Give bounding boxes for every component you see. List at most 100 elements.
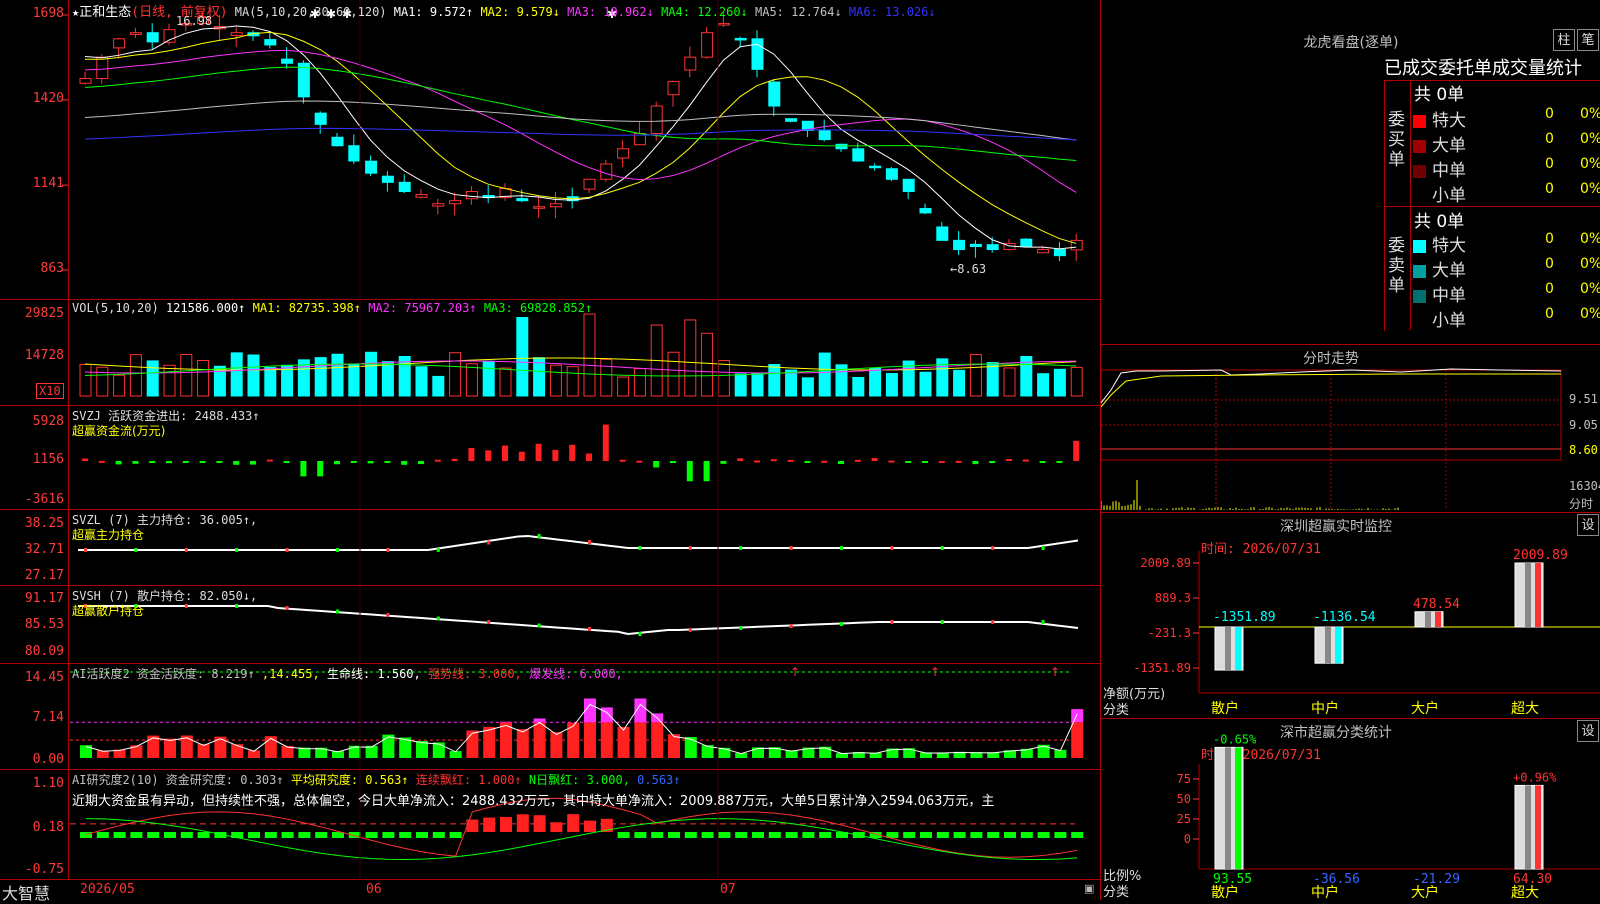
air-bar	[970, 832, 983, 838]
bar-mode-button[interactable]: 柱	[1553, 29, 1575, 51]
candle-body	[281, 58, 294, 64]
candle-body	[96, 56, 109, 80]
vol-value-0: 121586.000↑	[165, 301, 253, 315]
ma-value-1: MA2: 9.579↓	[480, 5, 568, 19]
ai-research-panel[interactable]: AI研究度2(10) 资金研究度: 0.303↑ 平均研究度: 0.563↑ 连…	[0, 770, 1100, 880]
tick-mode-button[interactable]: 笔	[1577, 29, 1599, 51]
svg-svzl-dot	[638, 546, 642, 550]
svg-svzl-dot	[285, 548, 289, 552]
air-bar	[164, 832, 176, 838]
lock-icon[interactable]: ▣	[1084, 882, 1094, 895]
volume-bar	[96, 366, 109, 397]
svg-szm-value-label: -1351.89	[1213, 610, 1276, 625]
svg-szm-bar-shade	[1325, 627, 1331, 664]
legend-swatch	[1413, 289, 1426, 303]
dragon-row-pct: 0%	[1580, 131, 1600, 147]
svg-szm-ytick-label: 2009.89	[1140, 556, 1191, 570]
svzl-subtitle: 超赢主力持仓	[72, 528, 145, 542]
candle-body	[852, 148, 865, 162]
svzj-bar	[653, 461, 660, 468]
air-bar	[701, 832, 714, 838]
air-bar	[752, 832, 764, 838]
svg-szc-bar-shade	[1225, 747, 1231, 869]
sz-class-panel[interactable]: 深市超赢分类统计 设 时间: 2026/07/31 75 50 25 0 93.55 散户…	[1100, 718, 1600, 901]
svzj-bar	[300, 461, 307, 477]
price-panel[interactable]: ✱ ✱ ✱ ✱ 1698 1420 1141 863 ★正和生态(日线, 前复权) MA(5…	[0, 0, 1100, 300]
ai2-value-2: 生命线: 1.560,	[326, 667, 428, 681]
svzl-ytick-2: 32.71	[24, 542, 64, 557]
volume-bar	[499, 367, 512, 397]
svsh-panel[interactable]: SVSH (7) 散户持仓: 82.050↓, 超赢散户持仓 91.17 85.…	[0, 586, 1100, 664]
svg-svsh-dot	[184, 604, 188, 608]
low-price-label: ←8.63	[950, 262, 987, 276]
volume-bar	[701, 332, 714, 397]
volume-panel[interactable]: VOL(5,10,20) 121586.000↑ MA1: 82735.398↑…	[0, 300, 1100, 406]
ma-value-2: MA3: 10.962↓	[567, 5, 662, 19]
svzj-panel[interactable]: SVZJ 活跃资金进出: 2488.433↑ 超赢资金流(万元) 5928 11…	[0, 406, 1100, 510]
ai2-ytick-3: 0.00	[32, 752, 64, 767]
svzj-bar	[888, 460, 895, 463]
volume-bar	[482, 360, 495, 397]
dragon-row-buy-rows-1: 大单 0 0%	[1413, 131, 1600, 156]
volume-bar	[734, 373, 747, 397]
volume-bar	[986, 362, 999, 397]
candle-body	[667, 81, 680, 96]
sz-monitor-chart[interactable]: 2009.89 889.3 -231.3 -1351.89 -1351.89 散户 -113…	[1101, 513, 1600, 719]
svzj-bar	[1039, 461, 1046, 463]
svzj-bar	[149, 461, 156, 463]
ai-activity-panel[interactable]: ↑ ↑ ↑ AI活跃度2 资金活跃度: 8.219↑ ,14.455, 生命线: 1…	[0, 664, 1100, 770]
dragon-row-name: 特大	[1432, 111, 1466, 131]
dragon-row-pct: 0%	[1580, 306, 1600, 322]
svg-szm-bar-accent	[1435, 611, 1441, 627]
candle-body	[902, 178, 915, 193]
dragon-row-qty: 0	[1545, 256, 1554, 272]
intraday-ytick-1: 9.51	[1569, 392, 1598, 406]
chart-area[interactable]: ✱ ✱ ✱ ✱ 1698 1420 1141 863 ★正和生态(日线, 前复权) MA(5…	[0, 0, 1100, 903]
intraday-vol-tick: 16304	[1569, 479, 1600, 493]
svzj-bar	[283, 461, 290, 463]
candle-body	[314, 112, 327, 125]
candle-body	[415, 194, 428, 198]
sz-monitor-panel[interactable]: 深圳超赢实时监控 设 时间: 2026/07/31 2009.89 889.3 -2…	[1100, 512, 1600, 718]
brand-logo[interactable]: 大智慧	[2, 880, 50, 904]
svg-szc-bar-accent	[1235, 747, 1241, 869]
stock-name: 正和生态	[79, 5, 132, 20]
vol-ytick-2: 14728	[24, 348, 64, 363]
volume-chart[interactable]	[0, 300, 1100, 406]
dragon-row-name: 大单	[1432, 136, 1466, 156]
svzj-bar	[317, 461, 324, 477]
svg-szc-category-label: 散户	[1211, 884, 1239, 901]
dragon-row-buy-rows-3: 小单 0 0%	[1413, 181, 1600, 206]
ai2-burst-bar	[1071, 709, 1084, 723]
svzj-bar	[703, 461, 710, 482]
sell-label: 委卖单	[1388, 236, 1405, 296]
candle-body	[751, 38, 764, 70]
svg-szm-value-label: 478.54	[1413, 597, 1460, 612]
air-bar	[281, 832, 294, 838]
xaxis-label-jun: 06	[366, 882, 382, 897]
svg-szm-bar-shade	[1425, 611, 1431, 627]
ai2-value-4: 爆发线: 6.000,	[529, 667, 623, 681]
ai2-bar	[500, 722, 512, 758]
candlestick-chart[interactable]: ✱ ✱ ✱ ✱	[0, 0, 1100, 300]
svzl-panel[interactable]: SVZL (7) 主力持仓: 36.005↑, 超赢主力持仓 38.25 32.…	[0, 510, 1100, 586]
air-bar	[416, 832, 428, 838]
volume-bar	[818, 352, 831, 397]
sz-class-chart[interactable]: 755025093.55散户-36.56中户-21.29大户64.30超大-0.…	[1101, 719, 1600, 901]
ai2-ytick-2: 7.14	[32, 710, 64, 725]
svzj-bar	[166, 461, 172, 464]
intraday-chart[interactable]	[1101, 345, 1600, 513]
svzj-bar	[636, 460, 643, 463]
legend-swatch	[1413, 264, 1426, 278]
volume-bar	[768, 363, 781, 397]
svsh-ytick-3: 80.09	[24, 644, 64, 659]
air-value-4: 0.563↑	[637, 773, 681, 787]
svg-svsh-dot	[789, 624, 793, 628]
svg-szc-category-label: 大户	[1411, 884, 1439, 901]
ai2-signal-arrow: ↑	[790, 665, 800, 679]
ai2-value-3: 强势线: 3.000,	[427, 667, 530, 681]
svg-svsh-dot	[436, 616, 440, 621]
air-bar	[1004, 832, 1016, 838]
svzj-bar	[418, 461, 424, 465]
intraday-panel[interactable]: 分时走势 9.51 9.05 8.60 16304 分时	[1100, 344, 1600, 512]
